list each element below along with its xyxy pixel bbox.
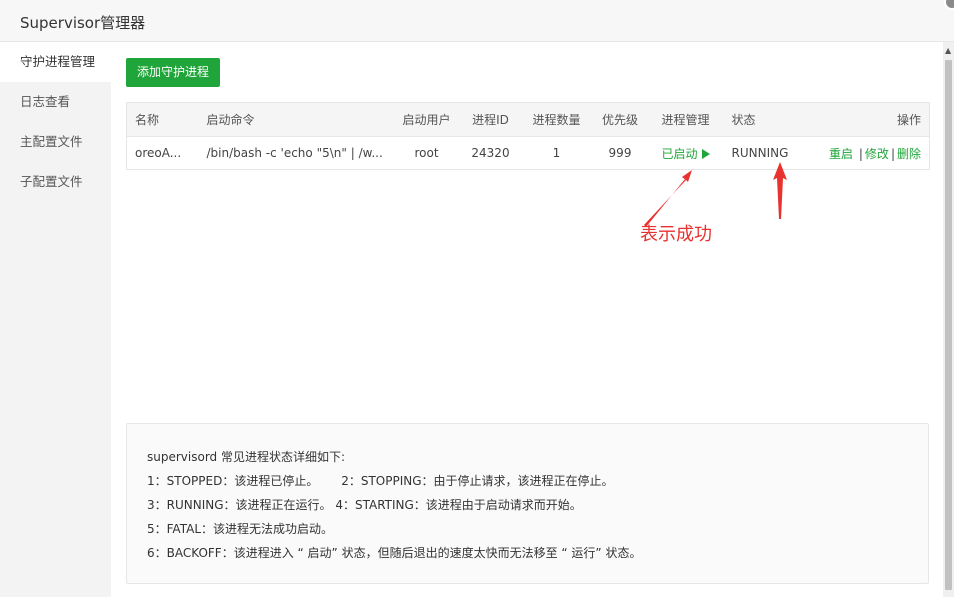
scrollbar[interactable]: ▲ <box>943 42 954 597</box>
header-command: 启动命令 <box>198 102 393 137</box>
header-manage: 进程管理 <box>647 102 724 137</box>
cell-actions: 重启 | 修改 | 删除 <box>804 137 930 170</box>
header-status: 状态 <box>723 102 804 137</box>
add-daemon-button[interactable]: 添加守护进程 <box>126 58 221 87</box>
main-panel: 添加守护进程 名称 启动命令 启动用户 进程ID 进程数量 优先级 进程管理 状… <box>111 42 943 597</box>
header-count: 进程数量 <box>520 102 593 137</box>
scroll-up-arrow-icon[interactable]: ▲ <box>945 46 951 55</box>
cell-command: /bin/bash -c 'echo "5\n" | /w... <box>206 146 383 160</box>
cell-status: RUNNING <box>731 146 789 160</box>
header-name: 名称 <box>126 102 199 137</box>
info-title: supervisord 常见进程状态详细如下: <box>147 450 346 464</box>
window-title: Supervisor管理器 <box>20 14 146 32</box>
play-icon[interactable] <box>701 148 710 159</box>
restart-link[interactable]: 重启 <box>829 147 853 161</box>
sidebar-item-sub-config[interactable]: 子配置文件 <box>0 162 111 202</box>
status-info-panel: supervisord 常见进程状态详细如下: 1：STOPPED：该进程已停止… <box>126 423 929 584</box>
sidebar: 守护进程管理 日志查看 主配置文件 子配置文件 <box>0 42 111 597</box>
table-row: oreoA... /bin/bash -c 'echo "5\n" | /w..… <box>127 137 930 170</box>
info-line: 1：STOPPED：该进程已停止。 2：STOPPING：由于停止请求，该进程正… <box>147 474 614 488</box>
scrollbar-thumb[interactable] <box>945 60 952 590</box>
cell-count: 1 <box>552 146 561 160</box>
sidebar-item-daemon-management[interactable]: 守护进程管理 <box>0 42 111 82</box>
annotation-label: 表示成功 <box>640 224 712 245</box>
info-line: 6：BACKOFF：该进程进入 “ 启动” 状态，但随后退出的速度太快而无法移至… <box>147 546 642 560</box>
action-separator: | <box>858 146 863 161</box>
cell-pid: 24320 <box>471 146 510 160</box>
edit-link[interactable]: 修改 <box>865 147 889 161</box>
header-priority: 优先级 <box>592 102 648 137</box>
delete-link[interactable]: 删除 <box>897 147 921 161</box>
cell-name: oreoA... <box>135 146 182 160</box>
manage-status-label[interactable]: 已启动 <box>661 147 697 161</box>
header-pid: 进程ID <box>460 102 521 137</box>
sidebar-item-log-view[interactable]: 日志查看 <box>0 82 111 122</box>
info-line: 5：FATAL：该进程无法成功启动。 <box>147 522 334 536</box>
sidebar-item-main-config[interactable]: 主配置文件 <box>0 122 111 162</box>
table-header-row: 名称 启动命令 启动用户 进程ID 进程数量 优先级 进程管理 状态 操作 <box>126 102 930 137</box>
header-user: 启动用户 <box>392 102 461 137</box>
info-line: 3：RUNNING：该进程正在运行。 4：STARTING：该进程由于启动请求而… <box>147 498 582 512</box>
close-icon[interactable] <box>944 0 954 10</box>
window-titlebar: Supervisor管理器 <box>0 0 954 42</box>
cell-priority: 999 <box>608 146 632 160</box>
process-table: 名称 启动命令 启动用户 进程ID 进程数量 优先级 进程管理 状态 操作 or… <box>126 102 930 170</box>
cell-user: root <box>414 146 439 160</box>
header-action: 操作 <box>803 102 930 137</box>
cell-manage[interactable]: 已启动 <box>648 137 724 170</box>
action-separator: | <box>890 146 895 161</box>
